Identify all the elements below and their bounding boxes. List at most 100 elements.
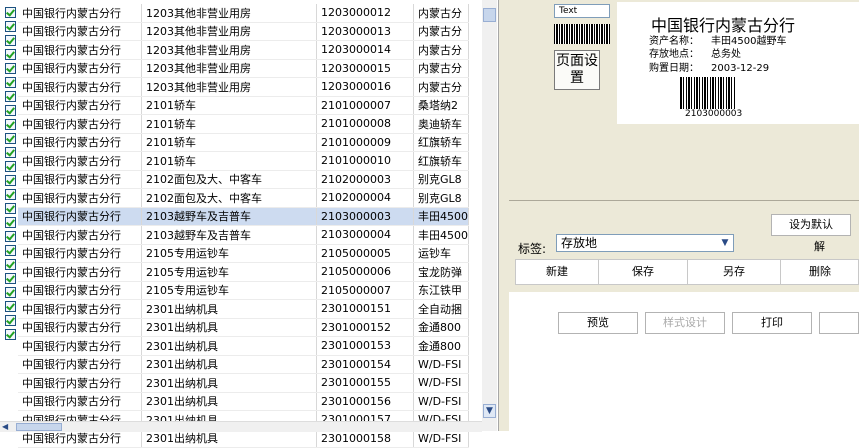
org-cell[interactable]: 中国银行内蒙古分行 xyxy=(18,133,142,152)
new-button[interactable]: 新建 xyxy=(516,260,599,284)
save-button[interactable]: 保存 xyxy=(599,260,688,284)
table-row[interactable]: 中国银行内蒙古分行 2103越野车及吉普车 2103000003 丰田4500 xyxy=(18,207,469,226)
org-cell[interactable]: 中国银行内蒙古分行 xyxy=(18,114,142,134)
preview-button[interactable]: 预览 xyxy=(558,312,638,334)
row-checkbox[interactable] xyxy=(5,245,16,256)
code-cell[interactable]: 1203000015 xyxy=(316,59,414,78)
code-cell[interactable]: 2301000153 xyxy=(316,336,414,356)
category-cell[interactable]: 2101轿车 xyxy=(141,133,317,152)
org-cell[interactable]: 中国银行内蒙古分行 xyxy=(18,207,142,226)
horizontal-scrollbar[interactable]: ◀ xyxy=(0,421,482,432)
code-cell[interactable]: 2301000151 xyxy=(316,299,414,319)
row-checkbox[interactable] xyxy=(5,147,16,158)
category-cell[interactable]: 2105专用运钞车 xyxy=(141,281,317,300)
category-cell[interactable]: 2301出纳机具 xyxy=(141,318,317,337)
org-cell[interactable]: 中国银行内蒙古分行 xyxy=(18,188,142,208)
org-cell[interactable]: 中国银行内蒙古分行 xyxy=(18,59,142,78)
print-button[interactable]: 打印 xyxy=(732,312,812,334)
code-cell[interactable]: 2301000152 xyxy=(316,318,414,337)
table-row[interactable]: 中国银行内蒙古分行 2102面包及大、中客车 2102000003 别克GL8 xyxy=(18,170,469,189)
category-cell[interactable]: 2301出纳机具 xyxy=(141,373,317,393)
category-cell[interactable]: 2102面包及大、中客车 xyxy=(141,188,317,208)
model-cell[interactable]: 奥迪轿车 xyxy=(413,114,469,134)
org-cell[interactable]: 中国银行内蒙古分行 xyxy=(18,96,142,115)
org-cell[interactable]: 中国银行内蒙古分行 xyxy=(18,244,142,263)
category-cell[interactable]: 2105专用运钞车 xyxy=(141,262,317,282)
category-cell[interactable]: 1203其他非营业用房 xyxy=(141,77,317,97)
model-cell[interactable]: 运钞车 xyxy=(413,244,469,263)
row-checkbox[interactable] xyxy=(5,91,16,102)
model-cell[interactable]: 东江铁甲 xyxy=(413,281,469,300)
row-checkbox[interactable] xyxy=(5,105,16,116)
model-cell[interactable]: 金通800 xyxy=(413,336,469,356)
model-cell[interactable]: 别克GL8 xyxy=(413,188,469,208)
code-cell[interactable]: 1203000014 xyxy=(316,40,414,60)
org-cell[interactable]: 中国银行内蒙古分行 xyxy=(18,170,142,189)
model-cell[interactable]: W/D-FSI xyxy=(413,355,469,374)
model-cell[interactable]: W/D-FSI xyxy=(413,373,469,393)
row-checkbox[interactable] xyxy=(5,175,16,186)
code-cell[interactable]: 2101000008 xyxy=(316,114,414,134)
org-cell[interactable]: 中国银行内蒙古分行 xyxy=(18,22,142,41)
model-cell[interactable]: 桑塔纳2 xyxy=(413,96,469,115)
code-cell[interactable]: 2105000007 xyxy=(316,281,414,300)
row-checkbox[interactable] xyxy=(5,329,16,340)
model-cell[interactable]: 金通800 xyxy=(413,318,469,337)
extra-button[interactable] xyxy=(819,312,859,334)
row-checkbox[interactable] xyxy=(5,287,16,298)
code-cell[interactable]: 1203000013 xyxy=(316,22,414,41)
row-checkbox[interactable] xyxy=(5,217,16,228)
org-cell[interactable]: 中国银行内蒙古分行 xyxy=(18,373,142,393)
model-cell[interactable]: W/D-FSI xyxy=(413,392,469,411)
model-cell[interactable]: 丰田4500 xyxy=(413,225,469,245)
code-cell[interactable]: 2101000010 xyxy=(316,151,414,171)
tag-select[interactable]: 存放地 ▼ xyxy=(556,234,734,252)
row-checkbox[interactable] xyxy=(5,63,16,74)
code-cell[interactable]: 2301000155 xyxy=(316,373,414,393)
model-cell[interactable]: 红旗轿车 xyxy=(413,133,469,152)
code-cell[interactable]: 2101000009 xyxy=(316,133,414,152)
table-row[interactable]: 中国银行内蒙古分行 2301出纳机具 2301000151 全自动捆 xyxy=(18,299,469,319)
org-cell[interactable]: 中国银行内蒙古分行 xyxy=(18,336,142,356)
save-as-button[interactable]: 另存 xyxy=(688,260,781,284)
model-cell[interactable]: 全自动捆 xyxy=(413,299,469,319)
table-row[interactable]: 中国银行内蒙古分行 2105专用运钞车 2105000005 运钞车 xyxy=(18,244,469,263)
model-cell[interactable]: 别克GL8 xyxy=(413,170,469,189)
category-cell[interactable]: 2301出纳机具 xyxy=(141,299,317,319)
table-row[interactable]: 中国银行内蒙古分行 2101轿车 2101000009 红旗轿车 xyxy=(18,133,469,152)
category-cell[interactable]: 1203其他非营业用房 xyxy=(141,40,317,60)
unlock-button[interactable]: 解 xyxy=(814,238,825,254)
table-row[interactable]: 中国银行内蒙古分行 2101轿车 2101000008 奥迪轿车 xyxy=(18,114,469,134)
scroll-thumb[interactable] xyxy=(483,8,496,22)
scroll-down-icon[interactable]: ▼ xyxy=(483,404,496,418)
code-cell[interactable]: 2105000005 xyxy=(316,244,414,263)
barcode-tool-icon[interactable] xyxy=(554,24,610,44)
model-cell[interactable]: 内蒙古分 xyxy=(413,59,469,78)
row-checkbox[interactable] xyxy=(5,231,16,242)
style-design-button[interactable]: 样式设计 xyxy=(645,312,725,334)
model-cell[interactable]: 内蒙古分 xyxy=(413,40,469,60)
org-cell[interactable]: 中国银行内蒙古分行 xyxy=(18,77,142,97)
org-cell[interactable]: 中国银行内蒙古分行 xyxy=(18,299,142,319)
chevron-down-icon[interactable]: ▼ xyxy=(717,235,733,251)
category-cell[interactable]: 2103越野车及吉普车 xyxy=(141,225,317,245)
code-cell[interactable]: 2101000007 xyxy=(316,96,414,115)
category-cell[interactable]: 1203其他非营业用房 xyxy=(141,59,317,78)
row-checkbox[interactable] xyxy=(5,315,16,326)
org-cell[interactable]: 中国银行内蒙古分行 xyxy=(18,40,142,60)
code-cell[interactable]: 2301000156 xyxy=(316,392,414,411)
code-cell[interactable]: 2102000003 xyxy=(316,170,414,189)
asset-grid[interactable]: 中国银行内蒙古分行 1203其他非营业用房 1203000012 内蒙古分 中国银行内蒙… xyxy=(0,0,499,448)
category-cell[interactable]: 2103越野车及吉普车 xyxy=(141,207,317,226)
row-checkbox[interactable] xyxy=(5,161,16,172)
code-cell[interactable]: 2105000006 xyxy=(316,262,414,282)
code-cell[interactable]: 2102000004 xyxy=(316,188,414,208)
org-cell[interactable]: 中国银行内蒙古分行 xyxy=(18,281,142,300)
page-setup-button[interactable]: 页面设置 xyxy=(554,50,600,90)
row-checkbox[interactable] xyxy=(5,133,16,144)
row-checkbox[interactable] xyxy=(5,21,16,32)
table-row[interactable]: 中国银行内蒙古分行 2101轿车 2101000007 桑塔纳2 xyxy=(18,96,469,115)
model-cell[interactable]: 宝龙防弹 xyxy=(413,262,469,282)
row-checkbox[interactable] xyxy=(5,273,16,284)
delete-button[interactable]: 删除 xyxy=(781,260,859,284)
